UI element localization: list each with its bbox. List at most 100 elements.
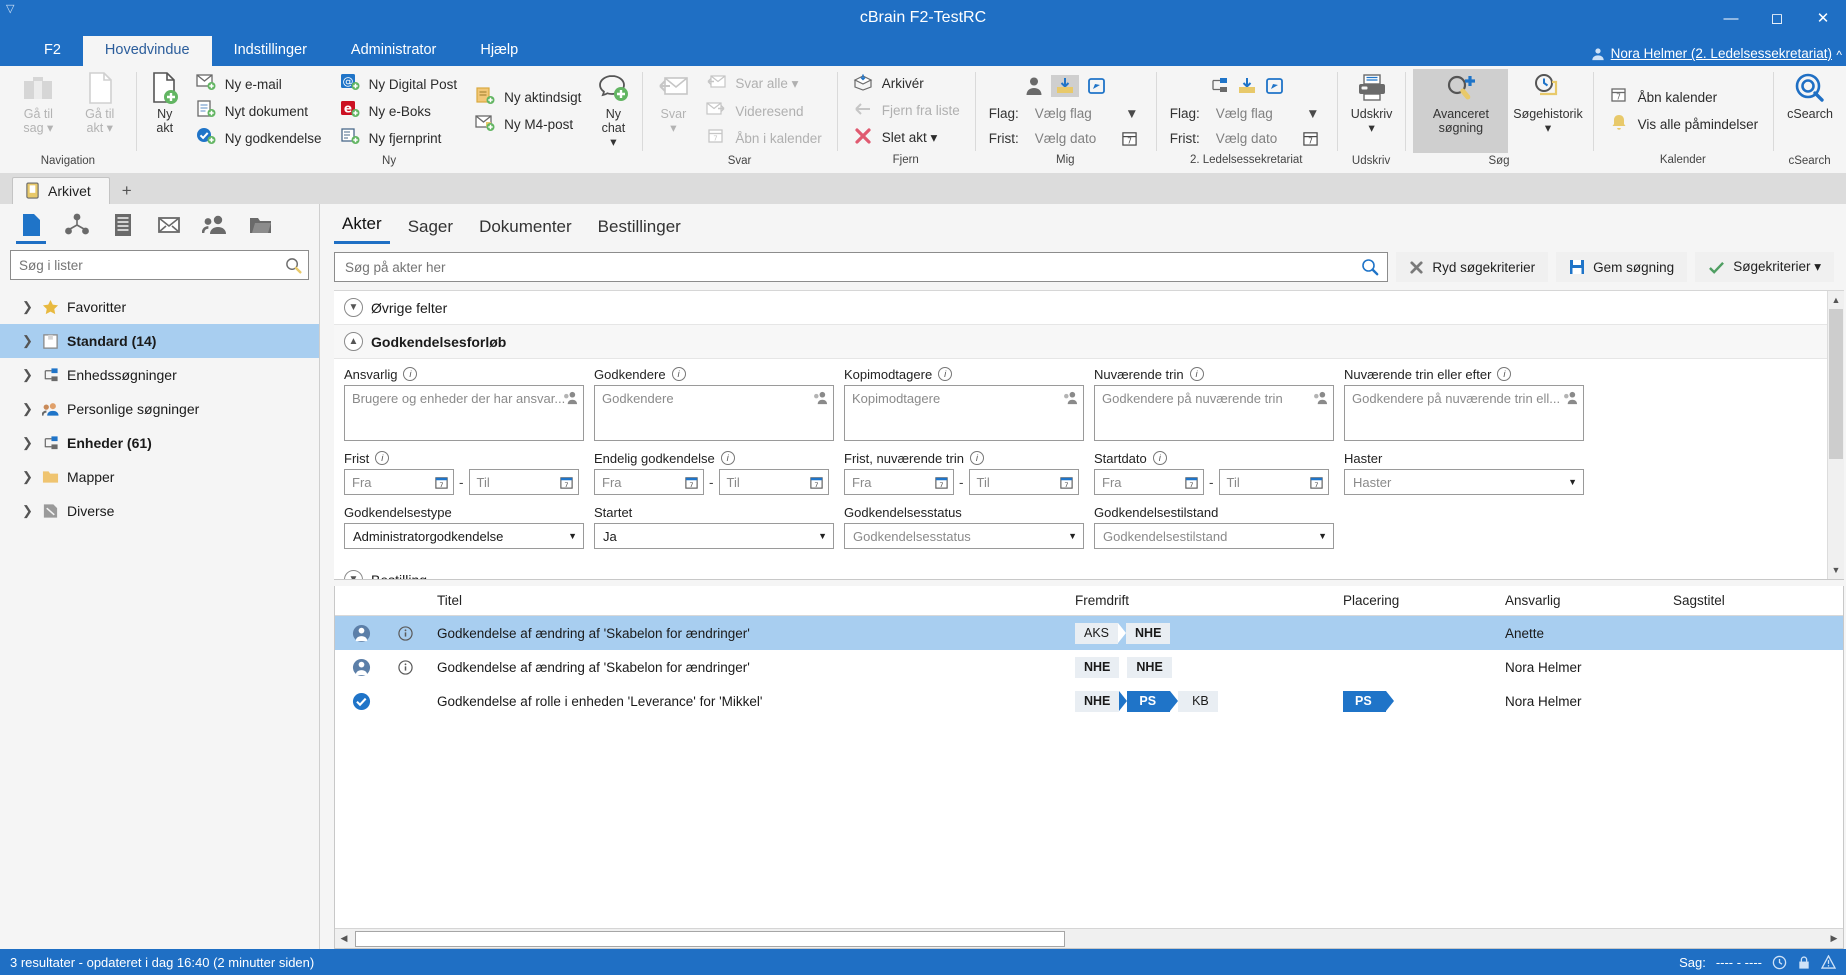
calendar-icon[interactable]: 7 bbox=[559, 475, 574, 490]
godkendelsesstatus-select[interactable]: Godkendelsesstatus ▼ bbox=[844, 523, 1084, 549]
search-icon[interactable] bbox=[285, 257, 302, 274]
goto-record-button[interactable]: Gå til akt ▾ bbox=[71, 69, 129, 153]
search-icon[interactable] bbox=[1361, 258, 1379, 276]
sidebar-tab-contacts[interactable] bbox=[192, 210, 238, 246]
info-icon[interactable]: i bbox=[969, 451, 984, 465]
tab-akter[interactable]: Akter bbox=[334, 212, 390, 244]
person-picker-icon[interactable] bbox=[1563, 391, 1578, 405]
calendar-icon[interactable]: 7 bbox=[1059, 475, 1074, 490]
scroll-left-arrow[interactable]: ◀ bbox=[335, 930, 353, 948]
endelig-godkendelse-from-input[interactable]: Fra 7 bbox=[594, 469, 704, 495]
maximize-button[interactable]: ◻ bbox=[1754, 0, 1800, 36]
reply-button[interactable]: Svar ▾ bbox=[650, 69, 696, 153]
table-row[interactable]: Godkendelse af ændring af 'Skabelon for … bbox=[335, 650, 1843, 684]
menu-item-hjaelp[interactable]: Hjælp bbox=[458, 36, 540, 66]
sidebar-tab-cases[interactable] bbox=[54, 210, 100, 246]
calendar-icon[interactable]: 7 bbox=[934, 475, 949, 490]
clear-search-criteria-button[interactable]: Ryd søgekriterier bbox=[1396, 252, 1549, 282]
section-godkendelsesforloeb[interactable]: ▲ Godkendelsesforløb bbox=[334, 324, 1844, 359]
kopimodtagere-input[interactable]: Kopimodtagere bbox=[844, 385, 1084, 441]
quick-access-toolbar-icon[interactable]: ▽ bbox=[6, 2, 14, 15]
doc-tab-arkivet[interactable]: Arkivet bbox=[12, 177, 110, 204]
calendar-icon[interactable]: 7 bbox=[1309, 475, 1324, 490]
unit-edit-box-icon[interactable] bbox=[1265, 77, 1285, 95]
info-icon[interactable]: i bbox=[375, 451, 390, 465]
nuvaerende-trin-eller-efter-input[interactable]: Godkendere på nuværende trin ell... bbox=[1344, 385, 1584, 441]
sidebar-search[interactable] bbox=[10, 250, 309, 280]
endelig-godkendelse-to-input[interactable]: Til 7 bbox=[718, 469, 829, 495]
menu-item-hovedvindue[interactable]: Hovedvindue bbox=[82, 36, 212, 66]
tab-bestillinger[interactable]: Bestillinger bbox=[590, 215, 689, 244]
lock-icon[interactable] bbox=[1797, 955, 1811, 970]
mig-flag-value[interactable]: Vælg flag bbox=[1035, 106, 1113, 121]
sidebar-item-diverse[interactable]: ❯ Diverse bbox=[0, 494, 319, 528]
chevron-down-icon[interactable]: ▼ bbox=[568, 531, 577, 541]
info-icon[interactable]: i bbox=[938, 367, 953, 381]
chevron-down-icon[interactable]: ▼ bbox=[1318, 531, 1327, 541]
chevron-right-icon[interactable]: ❯ bbox=[22, 435, 34, 451]
new-digital-post-button[interactable]: @ Ny Digital Post bbox=[336, 72, 462, 96]
chevron-down-icon[interactable]: ▼ bbox=[344, 570, 363, 579]
history-icon[interactable] bbox=[1772, 955, 1787, 970]
sidebar-item-mapper[interactable]: ❯ Mapper bbox=[0, 460, 319, 494]
person-picker-icon[interactable] bbox=[1063, 391, 1078, 405]
new-document-button[interactable]: Nyt dokument bbox=[192, 99, 326, 123]
new-eboks-button[interactable]: e Ny e-Boks bbox=[336, 99, 462, 123]
scroll-right-arrow[interactable]: ▶ bbox=[1825, 930, 1843, 948]
results-horizontal-scrollbar[interactable]: ◀ ▶ bbox=[335, 928, 1843, 948]
table-row[interactable]: Godkendelse af rolle i enheden 'Leveranc… bbox=[335, 684, 1843, 718]
new-m4-post-button[interactable]: Ny M4-post bbox=[471, 113, 585, 137]
new-approval-button[interactable]: Ny godkendelse bbox=[192, 126, 326, 150]
unit-frist-value[interactable]: Vælg dato bbox=[1216, 131, 1294, 146]
chevron-right-icon[interactable]: ❯ bbox=[22, 333, 34, 349]
open-calendar-button[interactable]: 7 Åbn kalender bbox=[1605, 85, 1763, 109]
col-header-titel[interactable]: Titel bbox=[423, 593, 1069, 608]
save-search-button[interactable]: Gem søgning bbox=[1556, 252, 1688, 282]
scroll-down-arrow[interactable]: ▼ bbox=[1829, 562, 1843, 578]
haster-select[interactable]: Haster ▼ bbox=[1344, 469, 1584, 495]
row-info-icon[interactable] bbox=[387, 659, 423, 675]
startdato-from-input[interactable]: Fra 7 bbox=[1094, 469, 1204, 495]
inbox-icon[interactable] bbox=[1050, 74, 1079, 97]
new-record-button[interactable]: Ny akt bbox=[144, 69, 186, 153]
reply-all-button[interactable]: Svar alle ▾ bbox=[702, 72, 825, 96]
user-name[interactable]: Nora Helmer (2. Ledelsessekretariat) bbox=[1611, 46, 1832, 61]
section-bestilling[interactable]: ▼ Bestilling bbox=[334, 563, 1844, 579]
search-history-button[interactable]: Søgehistorik ▾ bbox=[1510, 69, 1585, 153]
menu-item-administrator[interactable]: Administrator bbox=[329, 36, 458, 66]
new-record-access-button[interactable]: Ny aktindsigt bbox=[471, 86, 585, 110]
info-icon[interactable]: i bbox=[720, 451, 735, 465]
scroll-track[interactable] bbox=[353, 930, 1825, 948]
warning-icon[interactable] bbox=[1821, 955, 1836, 969]
filter-vertical-scrollbar[interactable]: ▲ ▼ bbox=[1827, 291, 1844, 579]
goto-case-button[interactable]: Gå til sag ▾ bbox=[8, 69, 69, 153]
chevron-down-icon[interactable]: ▼ bbox=[818, 531, 827, 541]
unit-flag-value[interactable]: Vælg flag bbox=[1216, 106, 1294, 121]
delete-record-button[interactable]: Slet akt ▾ bbox=[849, 126, 964, 150]
info-icon[interactable]: i bbox=[1152, 451, 1167, 465]
chevron-down-icon[interactable]: ▼ bbox=[1568, 477, 1577, 487]
frist-from-input[interactable]: Fra 7 bbox=[344, 469, 454, 495]
chevron-down-icon[interactable]: ▼ bbox=[1068, 531, 1077, 541]
new-chat-button[interactable]: Ny chat ▾ bbox=[591, 69, 635, 153]
mig-frist-value[interactable]: Vælg dato bbox=[1035, 131, 1113, 146]
sidebar-tab-records[interactable] bbox=[8, 210, 54, 246]
open-in-calendar-button[interactable]: 7 Åbn i kalender bbox=[702, 126, 825, 150]
person-picker-icon[interactable] bbox=[563, 391, 578, 405]
sidebar-item-personlige-soegninger[interactable]: ❯ Personlige søgninger bbox=[0, 392, 319, 426]
unit-flag-dropdown-icon[interactable]: ▼ bbox=[1302, 106, 1324, 121]
remove-from-list-button[interactable]: Fjern fra liste bbox=[849, 99, 964, 123]
chevron-right-icon[interactable]: ❯ bbox=[22, 367, 34, 383]
chevron-up-icon[interactable]: ▲ bbox=[344, 332, 363, 351]
person-picker-icon[interactable] bbox=[1313, 391, 1328, 405]
sidebar-item-enheder[interactable]: ❯ Enheder (61) bbox=[0, 426, 319, 460]
col-header-placering[interactable]: Placering bbox=[1337, 593, 1499, 608]
godkendelsestilstand-select[interactable]: Godkendelsestilstand ▼ bbox=[1094, 523, 1334, 549]
sidebar-tab-mail-merge[interactable] bbox=[146, 210, 192, 246]
info-icon[interactable]: i bbox=[1189, 367, 1204, 381]
frist-to-input[interactable]: Til 7 bbox=[468, 469, 579, 495]
menu-item-indstillinger[interactable]: Indstillinger bbox=[212, 36, 329, 66]
person-picker-icon[interactable] bbox=[813, 391, 828, 405]
archive-button[interactable]: Arkivér bbox=[849, 72, 964, 96]
calendar-icon[interactable]: 7 bbox=[809, 475, 824, 490]
